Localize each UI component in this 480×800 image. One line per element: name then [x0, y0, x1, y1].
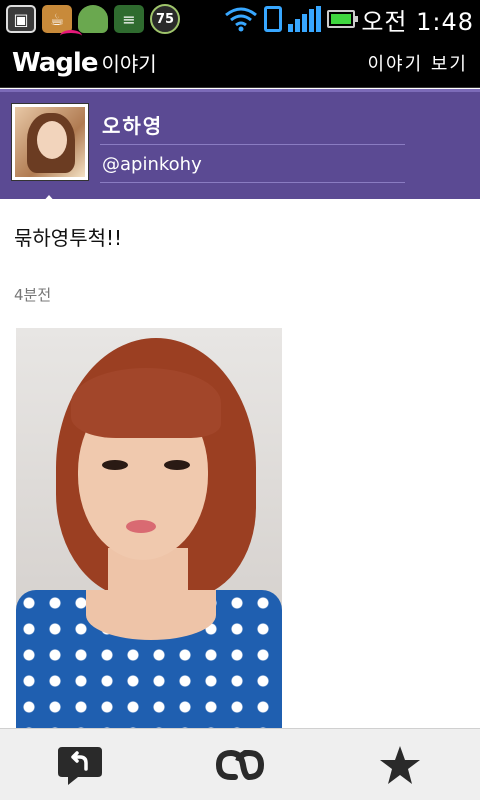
- battery-icon: [327, 10, 359, 28]
- reply-button[interactable]: [50, 735, 110, 795]
- avatar[interactable]: [12, 104, 88, 180]
- retweet-button[interactable]: [210, 735, 270, 795]
- profile-name[interactable]: 오하영: [102, 110, 163, 139]
- android-icon: [78, 5, 108, 33]
- avatar-pointer: [41, 195, 57, 204]
- photo-eye: [164, 460, 190, 470]
- list-icon: ≡: [114, 5, 144, 33]
- divider: [100, 144, 405, 145]
- profile-bar: 오하영 @apinkohy: [0, 89, 480, 199]
- view-story-button[interactable]: 이야기 보기: [367, 50, 468, 76]
- signal-wave-icon: [60, 30, 82, 42]
- brand-logo[interactable]: Wagle 이야기: [12, 30, 157, 78]
- photo-collar: [86, 590, 216, 640]
- star-icon: [380, 745, 420, 784]
- avatar-face: [37, 121, 67, 159]
- reply-icon: [58, 746, 102, 785]
- post-photo[interactable]: [16, 328, 282, 728]
- post-timestamp: 4분전: [14, 286, 52, 304]
- bottom-toolbar: [0, 728, 480, 800]
- clock: 오전 1:48: [361, 7, 474, 36]
- favorite-button[interactable]: [370, 735, 430, 795]
- paw-badge-icon: 75: [150, 4, 180, 34]
- wifi-icon: [225, 7, 258, 32]
- shopping-bag-icon: ▣: [6, 5, 36, 33]
- phone-icon: [264, 6, 283, 32]
- app-header: Wagle 이야기 이야기 보기: [0, 30, 480, 88]
- signal-icon: [288, 6, 322, 32]
- post-text: 묶하영투척!!: [14, 226, 123, 250]
- divider: [100, 182, 405, 183]
- coffee-icon: ☕: [42, 5, 72, 33]
- profile-handle[interactable]: @apinkohy: [102, 154, 202, 175]
- photo-eye: [102, 460, 128, 470]
- brand-subtitle: 이야기: [101, 52, 157, 76]
- brand-name: Wagle: [12, 47, 98, 78]
- photo-lips: [126, 520, 156, 533]
- retweet-icon: [215, 749, 265, 780]
- photo-bangs: [71, 368, 221, 438]
- badge-number: 75: [155, 11, 175, 27]
